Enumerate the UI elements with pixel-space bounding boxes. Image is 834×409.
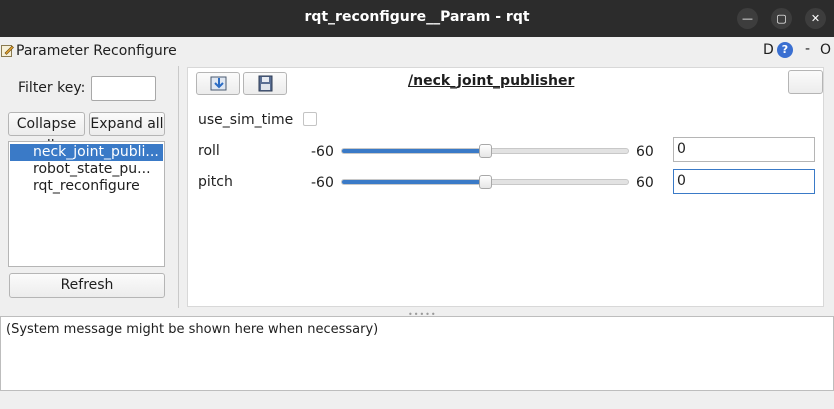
save-button[interactable] — [243, 72, 287, 95]
window-title: rqt_reconfigure__Param - rqt — [304, 9, 530, 25]
tree-item-neck-joint-publisher[interactable]: neck_joint_publi... — [10, 144, 163, 161]
plugin-close-button[interactable]: O — [820, 42, 831, 58]
load-icon — [210, 76, 227, 91]
pitch-slider-handle[interactable] — [479, 175, 492, 189]
minimize-icon: — — [742, 12, 753, 25]
plugin-title: Parameter Reconfigure — [16, 43, 177, 59]
param-label-use-sim-time: use_sim_time — [198, 112, 294, 128]
pitch-max-label: 60 — [636, 175, 654, 191]
system-message: (System message might be shown here when… — [6, 322, 379, 337]
node-tree[interactable]: neck_joint_publi... robot_state_pu... rq… — [8, 141, 165, 267]
maximize-icon: ▢ — [776, 12, 787, 25]
close-icon: ✕ — [810, 12, 821, 25]
system-message-console: (System message might be shown here when… — [0, 316, 834, 391]
param-label-roll: roll — [198, 143, 220, 159]
window-titlebar: rqt_reconfigure__Param - rqt — ▢ ✕ — [0, 0, 834, 37]
filter-key-label: Filter key: — [18, 80, 86, 96]
plugin-minimize-button[interactable]: - — [805, 41, 810, 57]
roll-slider-handle[interactable] — [479, 144, 492, 158]
floppy-disk-icon — [258, 75, 273, 92]
splitter-handle[interactable] — [178, 66, 179, 308]
plugin-title-bar: Parameter Reconfigure D ? - O — [0, 41, 834, 60]
minimize-button[interactable]: — — [737, 8, 758, 29]
roll-slider[interactable] — [341, 144, 629, 158]
pitch-value-input[interactable]: 0 — [673, 169, 815, 194]
pitch-min-label: -60 — [311, 175, 334, 191]
filter-key-input[interactable] — [91, 76, 156, 101]
close-node-button[interactable] — [788, 70, 823, 94]
help-icon[interactable]: ? — [777, 42, 793, 58]
maximize-button[interactable]: ▢ — [771, 8, 792, 29]
pitch-slider-fill — [342, 180, 486, 184]
use-sim-time-checkbox[interactable] — [303, 112, 317, 126]
tree-item-robot-state-publisher[interactable]: robot_state_pu... — [10, 161, 163, 178]
roll-min-label: -60 — [311, 144, 334, 160]
node-title: /neck_joint_publisher — [408, 73, 575, 89]
load-button[interactable] — [196, 72, 240, 95]
parameter-panel: /neck_joint_publisher use_sim_time roll … — [187, 67, 824, 307]
pitch-slider[interactable] — [341, 175, 629, 189]
dock-button[interactable]: D — [763, 42, 774, 58]
close-button[interactable]: ✕ — [805, 8, 826, 29]
param-label-pitch: pitch — [198, 174, 233, 190]
refresh-button[interactable]: Refresh — [9, 273, 165, 298]
collapse-all-button[interactable]: Collapse all — [8, 112, 85, 154]
roll-max-label: 60 — [636, 144, 654, 160]
roll-value-input[interactable]: 0 — [673, 137, 815, 162]
roll-slider-fill — [342, 149, 486, 153]
expand-all-button[interactable]: Expand all — [89, 112, 165, 136]
pencil-icon — [1, 45, 14, 57]
tree-item-rqt-reconfigure[interactable]: rqt_reconfigure — [10, 178, 163, 195]
